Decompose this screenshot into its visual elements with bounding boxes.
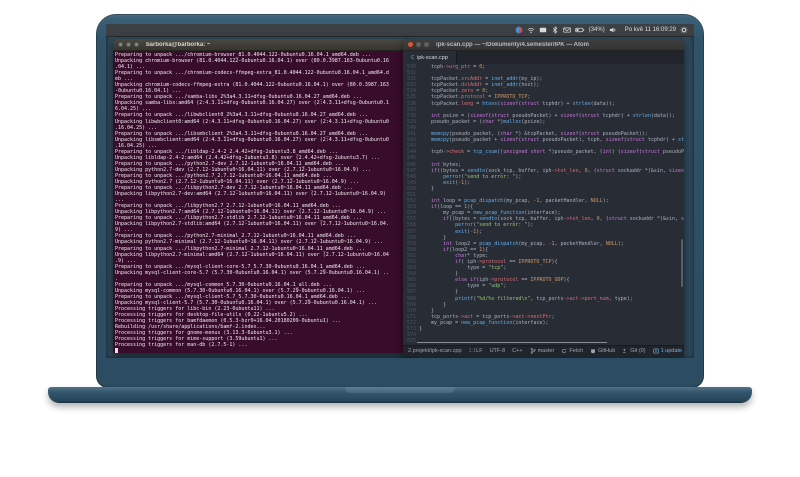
close-icon[interactable] bbox=[118, 42, 123, 47]
terminal-window: barborka@barborka: ~ Preparing to unpack… bbox=[113, 39, 410, 353]
editor-tab-bar: C ipk-scan.cpp bbox=[403, 51, 684, 65]
editor-window-title: ipk-scan.cpp — ~/Dokumenty/4.semester/IP… bbox=[436, 41, 589, 48]
battery-icon[interactable] bbox=[575, 26, 585, 34]
editor-titlebar[interactable]: ipk-scan.cpp — ~/Dokumenty/4.semester/IP… bbox=[403, 39, 684, 51]
terminal-line: Unpacking samba-libs:amd64 (2:4.3.11+dfs… bbox=[115, 100, 389, 107]
terminal-body[interactable]: Preparing to unpack .../chromium-browser… bbox=[113, 51, 410, 353]
maximize-icon[interactable] bbox=[424, 42, 429, 47]
clock[interactable]: Po kvě 11 16:09:29 bbox=[625, 24, 676, 37]
terminal-line: Unpacking python2.7-minimal (2.7.12-1ubu… bbox=[115, 239, 383, 246]
tray-icons: (34%) bbox=[515, 24, 617, 37]
status-item-label: UTF-8 bbox=[489, 348, 506, 354]
vertical-scrollbar-thumb[interactable] bbox=[681, 239, 683, 287]
status-item-label: 1 update bbox=[660, 348, 682, 354]
laptop-screen: (34%) Po kvě 11 16:09:29 barborka@barbor… bbox=[106, 24, 694, 358]
status-item-utf-8[interactable]: UTF-8 bbox=[490, 348, 506, 354]
bluetooth-icon[interactable] bbox=[551, 26, 559, 34]
github-icon bbox=[590, 348, 596, 354]
status-item-git-0-[interactable]: Git (0) bbox=[622, 348, 646, 354]
tab-ipk-scan[interactable]: C ipk-scan.cpp bbox=[403, 51, 457, 64]
terminal-line: Unpacking libpython2.7-stdlib:amd64 (2.7… bbox=[115, 221, 389, 228]
status-item-label: master bbox=[537, 348, 555, 354]
status-right: LF UTF-8 C++ master Fetch GitHub Git (0) 1 upda… bbox=[476, 348, 682, 354]
status-item-label: LF bbox=[476, 348, 483, 354]
status-item-label: Git (0) bbox=[630, 348, 646, 354]
editor-code[interactable]: 530 tcph->urg_ptr = 0; 531 532 tcpPacket.s… bbox=[403, 64, 684, 345]
terminal-line: Preparing to unpack .../chromium-codecs-… bbox=[115, 70, 389, 77]
status-item-c-[interactable]: C++ bbox=[512, 348, 522, 354]
git-icon bbox=[622, 348, 628, 354]
status-item-fetch[interactable]: Fetch bbox=[561, 348, 583, 354]
terminal-line: Unpacking libldap-2.4-2:amd64 (2.4.42+df… bbox=[115, 154, 380, 161]
laptop-lid: (34%) Po kvě 11 16:09:29 barborka@barbor… bbox=[96, 14, 704, 388]
wifi-icon[interactable] bbox=[527, 26, 535, 34]
laptop-base bbox=[48, 387, 752, 403]
status-item-label: GitHub bbox=[598, 348, 616, 354]
update-icon bbox=[652, 348, 659, 354]
terminal-line: Unpacking libsmbclient:amd64 (2:4.3.11+d… bbox=[115, 136, 389, 143]
sync-icon bbox=[561, 348, 567, 354]
editor-status-bar: 2.projekt/ipk-scan.cpp 1:1 LF UTF-8 C++ mas… bbox=[403, 345, 684, 356]
status-file-path[interactable]: 2.projekt/ipk-scan.cpp bbox=[408, 348, 462, 354]
status-item-1-update[interactable]: 1 update bbox=[652, 348, 682, 354]
terminal-line: Unpacking libpython2.7-minimal:amd64 (2.… bbox=[115, 251, 389, 258]
tab-label: ipk-scan.cpp bbox=[417, 54, 448, 61]
page: (34%) Po kvě 11 16:09:29 barborka@barbor… bbox=[0, 0, 800, 477]
status-cursor-position[interactable]: 1:1 bbox=[469, 348, 477, 354]
terminal-title: barborka@barborka: ~ bbox=[146, 41, 211, 48]
branch-icon bbox=[530, 348, 536, 354]
close-icon[interactable] bbox=[408, 42, 413, 47]
terminal-line: Unpacking libpython2.7-dev:amd64 (2.7.12… bbox=[115, 191, 386, 198]
terminal-line: Preparing to unpack .../libsmbclient_2%3… bbox=[115, 130, 368, 137]
editor-window: ipk-scan.cpp — ~/Dokumenty/4.semester/IP… bbox=[403, 39, 684, 356]
keyboard-layout-icon[interactable] bbox=[539, 26, 547, 34]
minimize-icon[interactable] bbox=[126, 42, 131, 47]
status-item-label: Fetch bbox=[569, 348, 584, 354]
terminal-line: Preparing to unpack .../libwbclient0_2%3… bbox=[115, 112, 368, 119]
status-item-lf[interactable]: LF bbox=[476, 348, 482, 354]
mail-icon[interactable] bbox=[562, 26, 571, 34]
volume-icon[interactable] bbox=[609, 26, 617, 34]
terminal-line: Unpacking chromium-browser (81.0.4044.12… bbox=[115, 58, 389, 65]
session-menu[interactable] bbox=[680, 26, 688, 34]
terminal-titlebar[interactable]: barborka@barborka: ~ bbox=[113, 39, 410, 51]
terminal-cursor bbox=[115, 348, 118, 353]
horizontal-scrollbar-thumb[interactable] bbox=[417, 342, 607, 343]
laptop-base-notch bbox=[345, 387, 455, 393]
terminal-line: Unpacking mysql-client-core-5.7 (5.7.30-… bbox=[115, 269, 389, 276]
gear-icon[interactable] bbox=[680, 26, 688, 34]
system-top-bar: (34%) Po kvě 11 16:09:29 bbox=[106, 24, 694, 37]
minimize-icon[interactable] bbox=[416, 42, 421, 47]
status-item-master[interactable]: master bbox=[530, 348, 555, 354]
status-item-github[interactable]: GitHub bbox=[590, 348, 615, 354]
status-item-label: C++ bbox=[512, 348, 523, 354]
cpp-file-icon: C bbox=[411, 54, 415, 61]
maximize-icon[interactable] bbox=[134, 42, 139, 47]
battery-percentage: (34%) bbox=[588, 26, 605, 33]
indicator-swirl-icon[interactable] bbox=[515, 26, 523, 34]
terminal-line: Unpacking libwbclient0:amd64 (2:4.3.11+d… bbox=[115, 118, 389, 125]
